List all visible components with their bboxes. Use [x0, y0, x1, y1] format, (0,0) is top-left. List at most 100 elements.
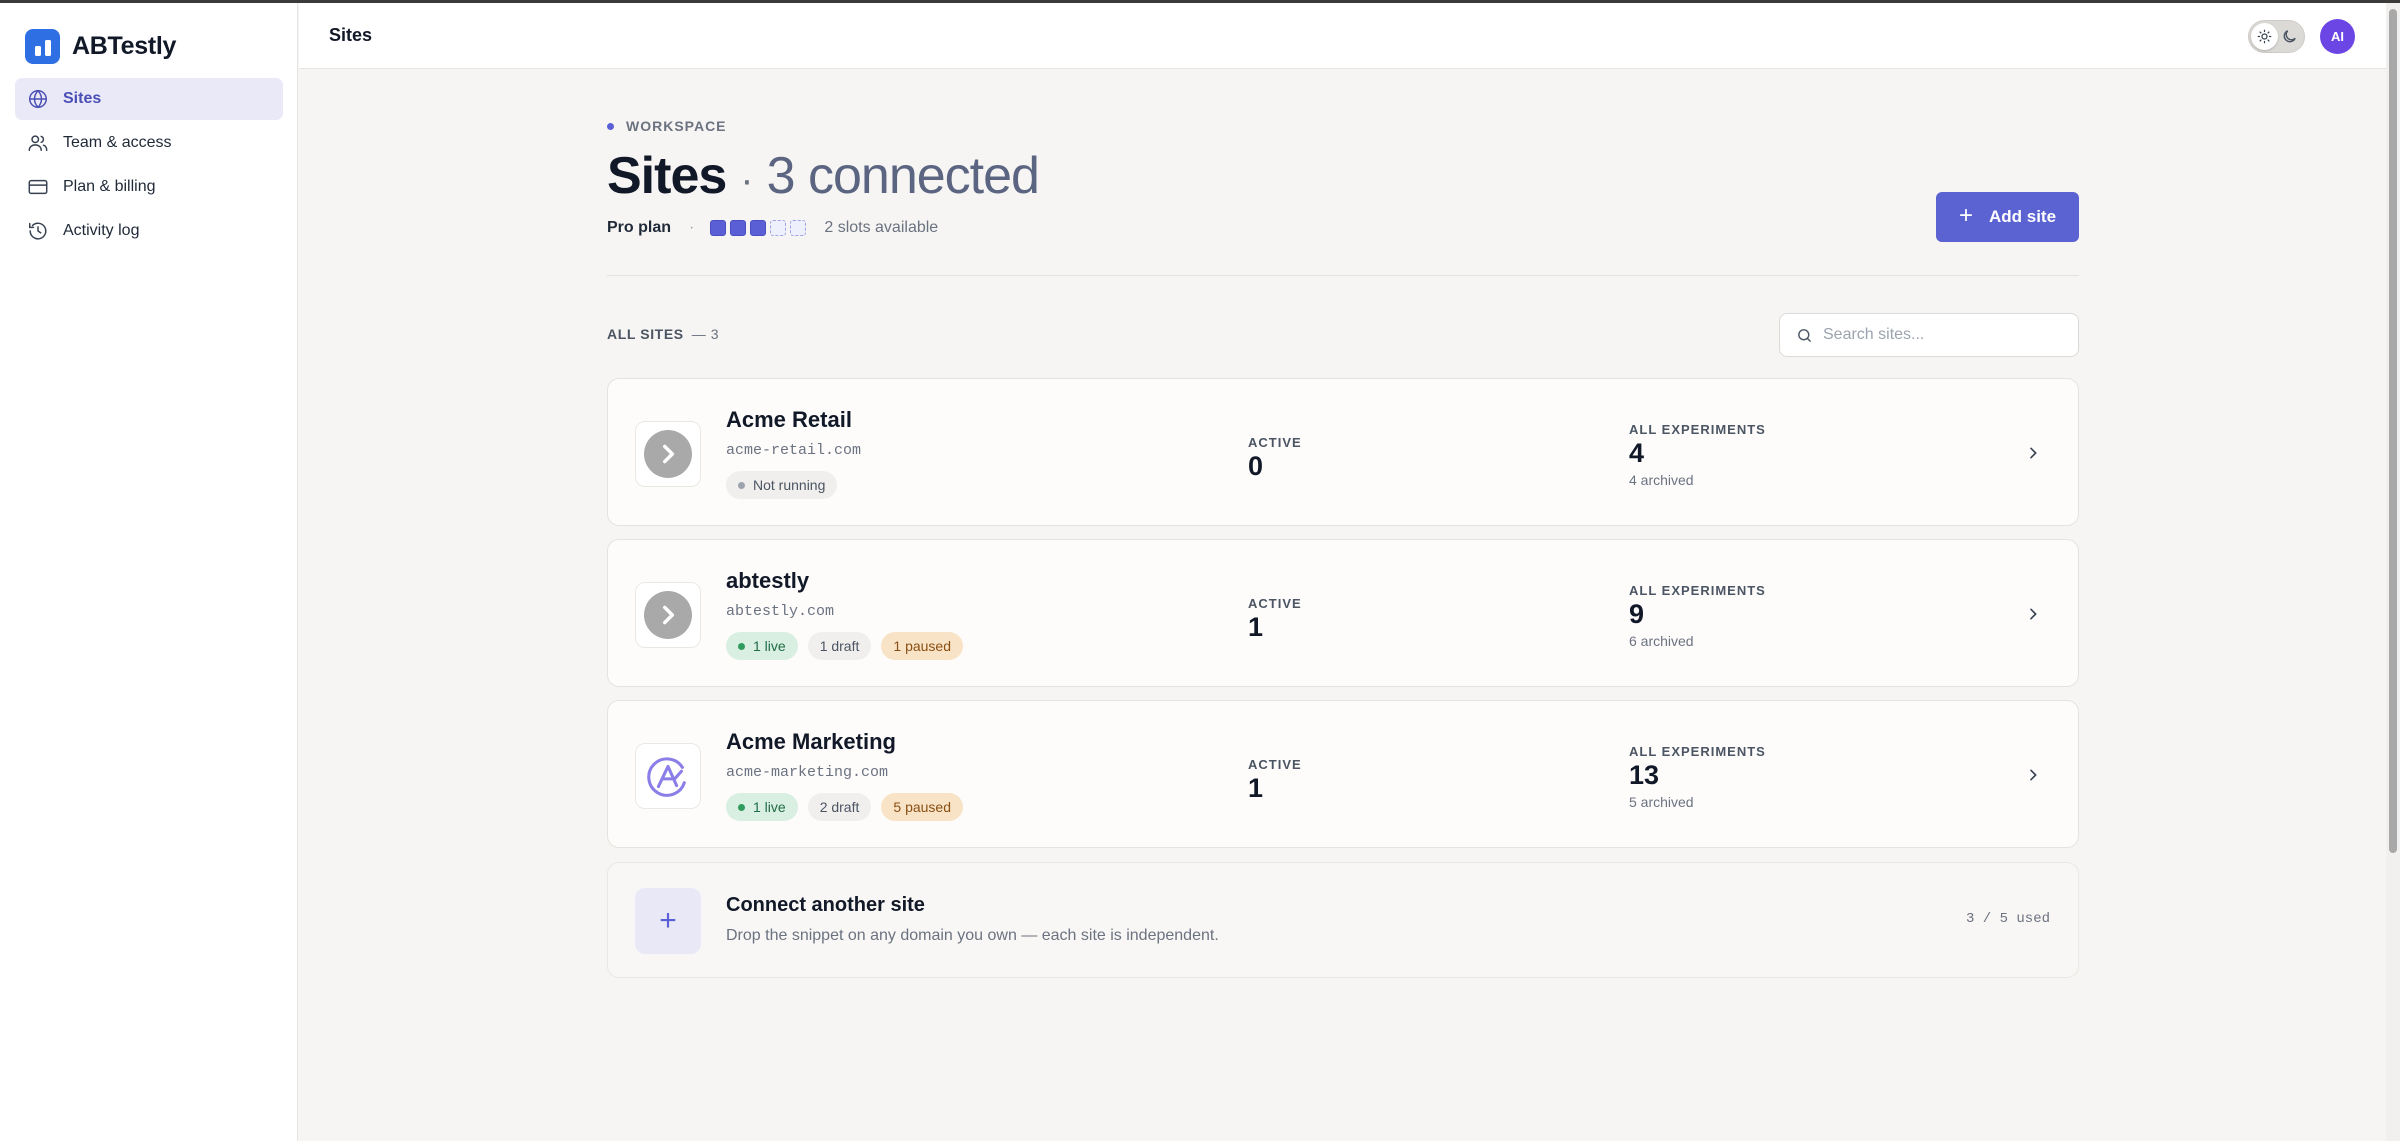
status-badge-live: 1 live: [726, 632, 798, 660]
site-name: Acme Marketing: [726, 729, 896, 754]
status-badges: 1 live 2 draft 5 paused: [726, 793, 963, 821]
slot-available: [790, 220, 807, 236]
badge-text: 2 draft: [819, 799, 860, 815]
experiments-count: 4: [1629, 438, 1645, 468]
avatar[interactable]: AI: [2320, 19, 2355, 54]
sidebar-item-label: Plan & billing: [63, 178, 156, 195]
site-card-acme-retail[interactable]: Acme Retail acme-retail.com Not running …: [607, 378, 2079, 526]
acme-marketing-logo-icon: [647, 757, 686, 797]
scrollbar-thumb[interactable]: [2389, 9, 2397, 853]
list-heading-label: ALL SITES: [607, 326, 684, 342]
slot-meter: [710, 220, 807, 236]
sites-page: WORKSPACE Sites · 3 connected Pro plan ·…: [607, 69, 2079, 1141]
site-card-acme-marketing[interactable]: Acme Marketing acme-marketing.com 1 live…: [607, 700, 2079, 848]
site-name: abtestly: [726, 568, 810, 593]
status-badges: 1 live 1 draft 1 paused: [726, 632, 963, 660]
badge-text: 1 live: [753, 638, 786, 654]
experiments-count: 9: [1629, 599, 1645, 629]
search-box[interactable]: [1779, 313, 2079, 357]
status-badge-draft: 1 draft: [807, 632, 872, 660]
site-name: Acme Retail: [726, 407, 852, 432]
divider: [607, 275, 2079, 276]
sidebar-item-plan-billing[interactable]: Plan & billing: [15, 166, 283, 208]
moon-icon: [2283, 30, 2296, 43]
add-site-button[interactable]: + Add site: [1936, 192, 2079, 242]
status-badge-live: 1 live: [726, 793, 798, 821]
site-domain: acme-marketing.com: [726, 764, 889, 781]
site-icon: [635, 421, 701, 487]
credit-card-icon: [28, 179, 48, 195]
main-content: WORKSPACE Sites · 3 connected Pro plan ·…: [299, 69, 2386, 1141]
slot-used: [750, 220, 767, 236]
badge-text: Not running: [753, 477, 826, 493]
site-card-abtestly[interactable]: abtestly abtestly.com 1 live 1 draft 1 p…: [607, 539, 2079, 687]
chevron-right-icon: [2030, 608, 2037, 620]
site-domain: acme-retail.com: [726, 442, 862, 459]
heading-subtitle: 3 connected: [766, 147, 1040, 205]
sidebar: ABTestly Sites Team & access Plan & bill…: [0, 3, 298, 1141]
active-label: ACTIVE: [1248, 435, 1302, 450]
status-badge-paused: 5 paused: [881, 793, 963, 821]
archived-count: 5 archived: [1629, 794, 1694, 810]
abtestly-logo-icon: [25, 29, 60, 64]
sidebar-item-team-access[interactable]: Team & access: [15, 122, 283, 164]
status-dot: [738, 803, 745, 811]
experiments-label: ALL EXPERIMENTS: [1629, 744, 1766, 759]
sidebar-item-label: Sites: [63, 90, 102, 107]
plus-icon: +: [635, 888, 701, 954]
search-icon: [1798, 328, 1811, 342]
connect-description: Drop the snippet on any domain you own —…: [726, 927, 1219, 944]
site-domain: abtestly.com: [726, 603, 835, 620]
badge-text: 1 draft: [819, 638, 860, 654]
page-heading: Sites · 3 connected: [607, 146, 1040, 206]
badge-text: 1 live: [753, 799, 786, 815]
topbar: Sites AI: [299, 3, 2386, 69]
site-icon: [635, 582, 701, 648]
chevron-right-icon: [2030, 447, 2037, 459]
eyebrow: WORKSPACE: [607, 118, 727, 134]
chevron-right-icon: [2030, 769, 2037, 781]
site-icon: [635, 743, 701, 809]
active-count: 1: [1248, 773, 1264, 803]
sidebar-item-label: Activity log: [63, 222, 140, 239]
slot-used: [730, 220, 747, 236]
plan-separator: ·: [689, 219, 695, 236]
slot-available: [770, 220, 787, 236]
add-site-label: Add site: [1988, 207, 2057, 226]
eyebrow-dot: [607, 122, 614, 130]
scrollbar[interactable]: [2386, 3, 2400, 1141]
theme-toggle[interactable]: [2248, 20, 2305, 53]
eyebrow-label: WORKSPACE: [626, 118, 727, 134]
sidebar-item-activity-log[interactable]: Activity log: [15, 210, 283, 252]
sidebar-item-sites[interactable]: Sites: [15, 78, 283, 120]
active-label: ACTIVE: [1248, 596, 1302, 611]
sidebar-nav: Sites Team & access Plan & billing Activ…: [15, 78, 283, 254]
slot-used: [710, 220, 727, 236]
arrow-right-circle-icon: [644, 430, 692, 478]
plus-icon: +: [1958, 202, 1973, 229]
status-badge-paused: 1 paused: [881, 632, 963, 660]
active-count: 0: [1248, 451, 1264, 481]
sidebar-item-label: Team & access: [63, 134, 172, 151]
plan-name: Pro plan: [607, 219, 672, 236]
heading-title: Sites: [607, 147, 727, 205]
list-heading: ALL SITES — 3: [607, 326, 719, 342]
status-dot: [738, 642, 745, 650]
status-dot: [738, 481, 745, 489]
search-input[interactable]: [1823, 326, 2063, 344]
connect-site-card[interactable]: + Connect another site Drop the snippet …: [607, 862, 2079, 978]
connect-title: Connect another site: [726, 894, 925, 916]
active-count: 1: [1248, 612, 1264, 642]
experiments-count: 13: [1629, 760, 1660, 790]
status-badge: Not running: [726, 471, 838, 499]
arrow-right-circle-icon: [644, 591, 692, 639]
brand[interactable]: ABTestly: [25, 29, 176, 64]
active-label: ACTIVE: [1248, 757, 1302, 772]
list-count: — 3: [691, 326, 720, 342]
history-icon: [29, 222, 47, 240]
page-title: Sites: [329, 25, 373, 45]
plan-summary: Pro plan · 2 slots available: [607, 219, 938, 237]
slots-available: 2 slots available: [824, 219, 939, 236]
brand-name: ABTestly: [72, 32, 177, 60]
badge-text: 5 paused: [893, 799, 951, 815]
